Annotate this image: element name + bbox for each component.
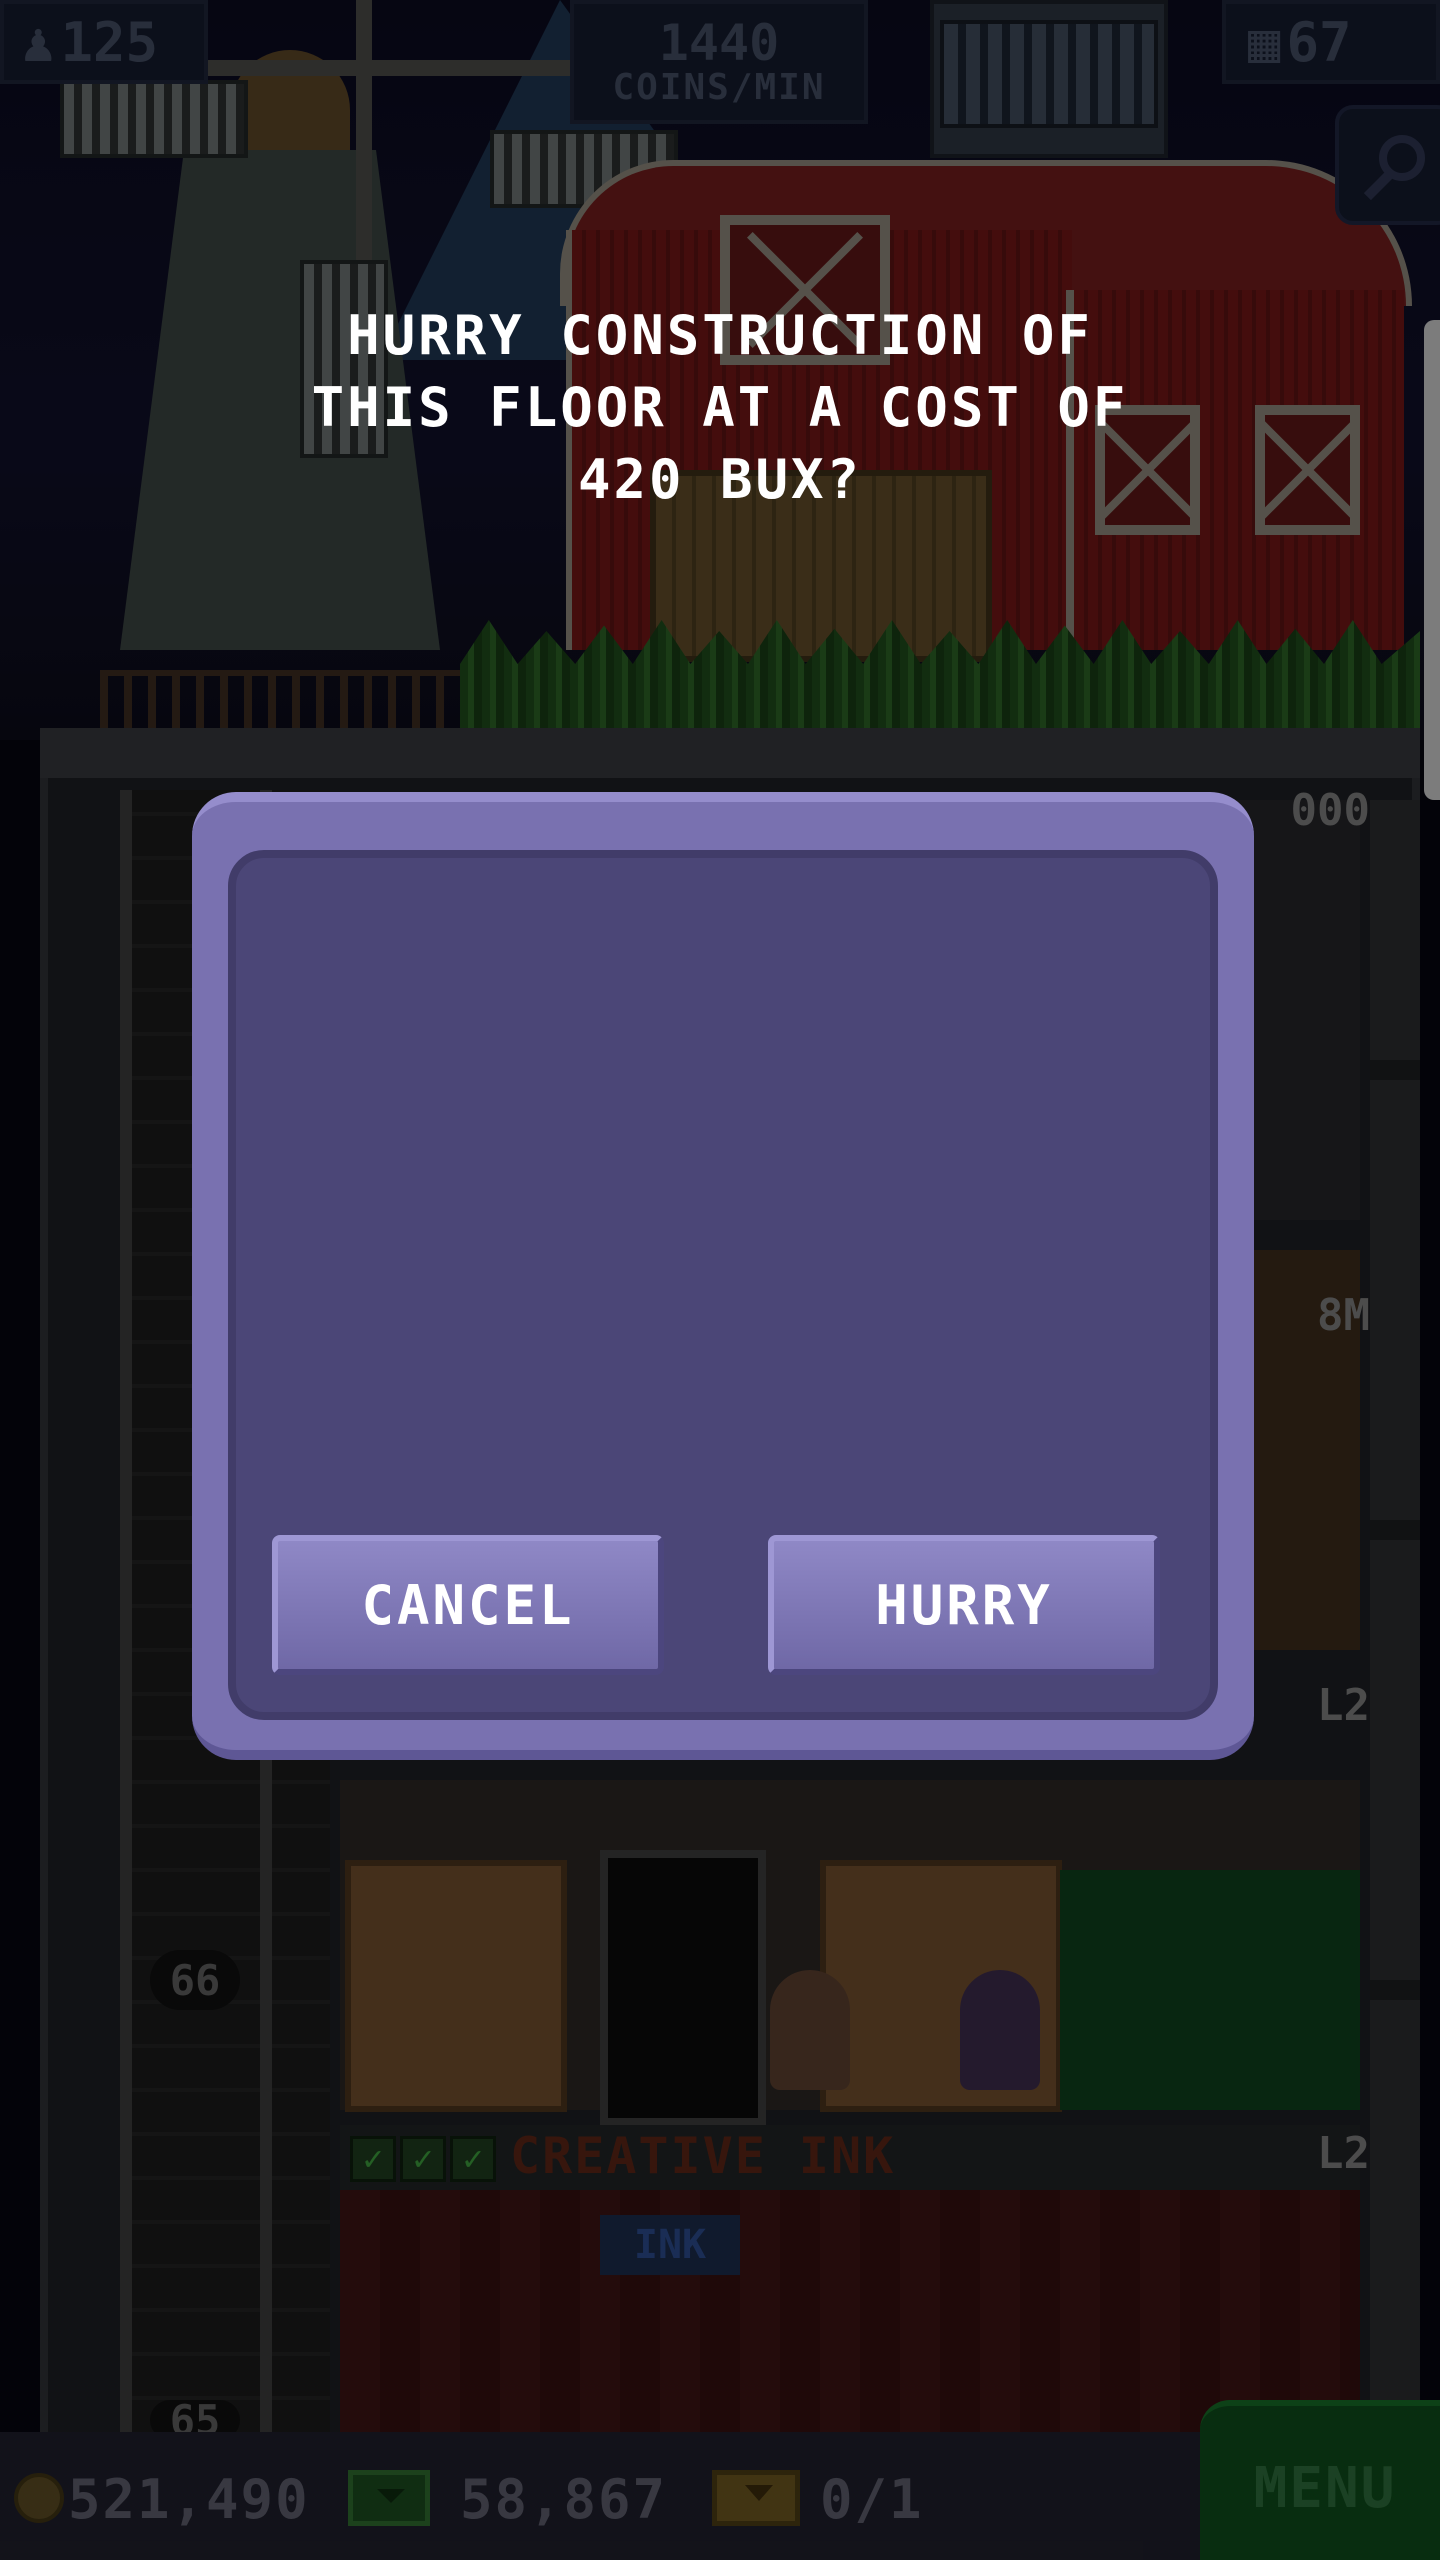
game-screen: 000 8M L2 66 ✓ ✓ ✓ CREATIVE INK L2 INK 6… xyxy=(0,0,1440,2560)
hurry-button[interactable]: HURRY xyxy=(768,1535,1160,1675)
cancel-button[interactable]: CANCEL xyxy=(272,1535,664,1675)
dialog-message: HURRY CONSTRUCTION OF THIS FLOOR AT A CO… xyxy=(311,304,1129,511)
